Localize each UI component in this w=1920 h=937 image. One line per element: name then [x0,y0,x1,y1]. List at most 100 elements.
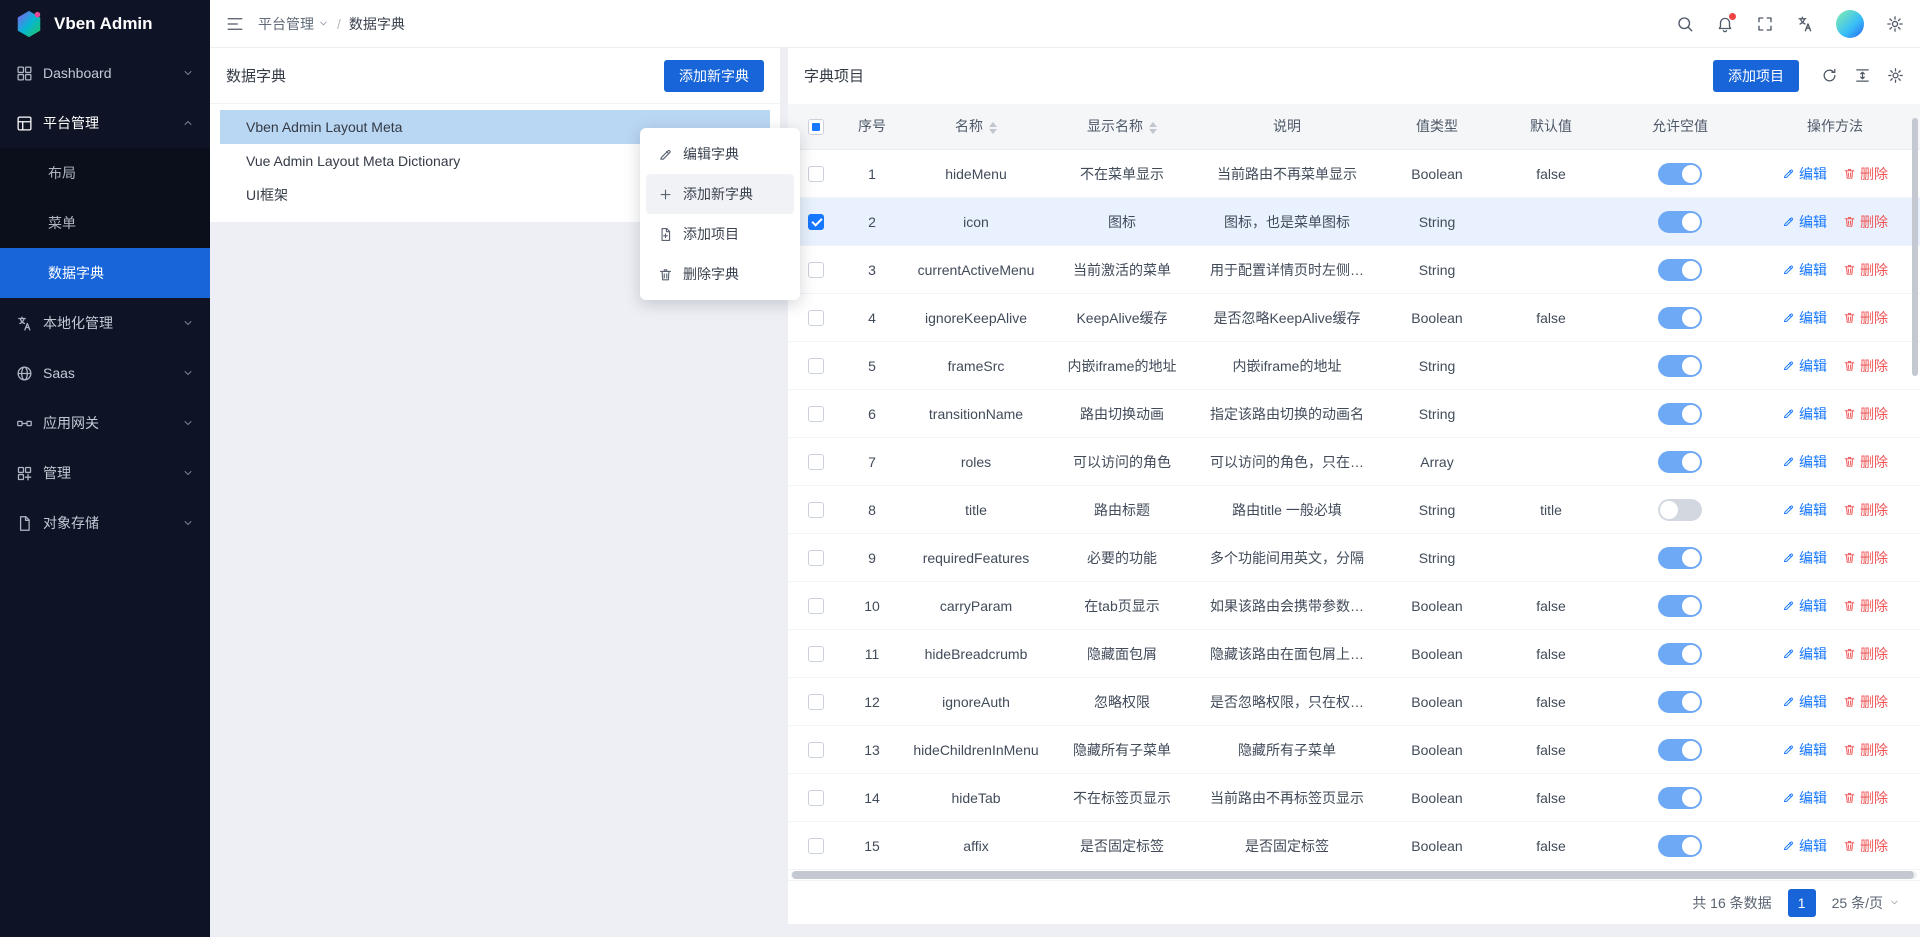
settings-gear-icon[interactable] [1886,15,1904,33]
edit-button[interactable]: 编辑 [1782,260,1827,280]
row-checkbox[interactable] [808,790,824,806]
delete-button[interactable]: 删除 [1843,644,1888,664]
sidebar-subitem-platform-0[interactable]: 布局 [0,148,210,198]
row-checkbox[interactable] [808,742,824,758]
row-checkbox[interactable] [808,406,824,422]
row-checkbox[interactable] [808,598,824,614]
horizontal-scrollbar-thumb[interactable] [792,871,1914,879]
edit-button[interactable]: 编辑 [1782,452,1827,472]
allow-empty-toggle[interactable] [1658,259,1702,281]
delete-button[interactable]: 删除 [1843,596,1888,616]
horizontal-scrollbar[interactable] [791,871,1917,879]
edit-button[interactable]: 编辑 [1782,356,1827,376]
row-checkbox[interactable] [808,550,824,566]
select-all-checkbox[interactable] [808,119,824,135]
sidebar-item-storage[interactable]: 对象存储 [0,498,210,548]
allow-empty-toggle[interactable] [1658,211,1702,233]
allow-empty-toggle[interactable] [1658,739,1702,761]
edit-button[interactable]: 编辑 [1782,836,1827,856]
row-checkbox[interactable] [808,502,824,518]
row-checkbox[interactable] [808,262,824,278]
pagination-page-1[interactable]: 1 [1788,889,1816,917]
context-menu-item-2[interactable]: 添加项目 [646,214,794,254]
row-checkbox[interactable] [808,454,824,470]
sidebar-item-gateway[interactable]: 应用网关 [0,398,210,448]
row-checkbox[interactable] [808,310,824,326]
edit-button[interactable]: 编辑 [1782,596,1827,616]
add-item-button[interactable]: 添加项目 [1713,60,1799,92]
delete-button[interactable]: 删除 [1843,548,1888,568]
edit-button[interactable]: 编辑 [1782,644,1827,664]
sidebar-item-platform[interactable]: 平台管理 [0,98,210,148]
delete-button[interactable]: 删除 [1843,692,1888,712]
refresh-icon[interactable] [1821,67,1838,84]
context-menu-item-3[interactable]: 删除字典 [646,254,794,294]
edit-button[interactable]: 编辑 [1782,500,1827,520]
delete-button[interactable]: 删除 [1843,212,1888,232]
row-checkbox[interactable] [808,358,824,374]
context-menu-item-1[interactable]: 添加新字典 [646,174,794,214]
sidebar-collapse-icon[interactable] [226,15,244,33]
delete-button[interactable]: 删除 [1843,308,1888,328]
edit-button[interactable]: 编辑 [1782,692,1827,712]
row-checkbox[interactable] [808,646,824,662]
edit-button[interactable]: 编辑 [1782,788,1827,808]
page-size-select[interactable]: 25 条/页 [1832,893,1900,913]
edit-button[interactable]: 编辑 [1782,308,1827,328]
context-menu-item-0[interactable]: 编辑字典 [646,134,794,174]
delete-button[interactable]: 删除 [1843,500,1888,520]
sidebar-subitem-platform-2[interactable]: 数据字典 [0,248,210,298]
edit-button[interactable]: 编辑 [1782,164,1827,184]
table-settings-icon[interactable] [1887,67,1904,84]
edit-button[interactable]: 编辑 [1782,548,1827,568]
sidebar-item-manage[interactable]: 管理 [0,448,210,498]
cell-index: 2 [844,198,900,246]
delete-button[interactable]: 删除 [1843,260,1888,280]
notifications-button[interactable] [1716,15,1734,33]
fullscreen-icon[interactable] [1756,15,1774,33]
edit-button[interactable]: 编辑 [1782,212,1827,232]
row-height-icon[interactable] [1854,67,1871,84]
allow-empty-toggle[interactable] [1658,163,1702,185]
delete-button[interactable]: 删除 [1843,356,1888,376]
sidebar-item-dashboard[interactable]: Dashboard [0,48,210,98]
row-checkbox[interactable] [808,694,824,710]
edit-button[interactable]: 编辑 [1782,404,1827,424]
cell-value-type: Boolean [1382,582,1492,630]
allow-empty-toggle[interactable] [1658,403,1702,425]
row-checkbox[interactable] [808,214,824,230]
allow-empty-toggle[interactable] [1658,499,1702,521]
cell-value-type: String [1382,534,1492,582]
translate-icon[interactable] [1796,15,1814,33]
delete-button[interactable]: 删除 [1843,164,1888,184]
column-header-7: 操作方法 [1750,104,1920,150]
allow-empty-toggle[interactable] [1658,355,1702,377]
delete-button[interactable]: 删除 [1843,404,1888,424]
breadcrumb-item-platform[interactable]: 平台管理 [258,14,329,34]
avatar[interactable] [1836,10,1864,38]
row-checkbox[interactable] [808,838,824,854]
allow-empty-toggle[interactable] [1658,835,1702,857]
delete-button[interactable]: 删除 [1843,788,1888,808]
search-icon[interactable] [1676,15,1694,33]
row-checkbox[interactable] [808,166,824,182]
delete-button[interactable]: 删除 [1843,836,1888,856]
sidebar-subitem-platform-1[interactable]: 菜单 [0,198,210,248]
delete-button[interactable]: 删除 [1843,740,1888,760]
sidebar-item-saas[interactable]: Saas [0,348,210,398]
app-logo[interactable]: Vben Admin [0,0,210,48]
vertical-scrollbar[interactable] [1912,118,1918,376]
allow-empty-toggle[interactable] [1658,643,1702,665]
add-dictionary-button[interactable]: 添加新字典 [664,60,764,92]
allow-empty-toggle[interactable] [1658,307,1702,329]
edit-button[interactable]: 编辑 [1782,740,1827,760]
allow-empty-toggle[interactable] [1658,691,1702,713]
allow-empty-toggle[interactable] [1658,787,1702,809]
sort-icon[interactable] [989,122,997,134]
sidebar-item-locale[interactable]: 本地化管理 [0,298,210,348]
allow-empty-toggle[interactable] [1658,595,1702,617]
delete-button[interactable]: 删除 [1843,452,1888,472]
sort-icon[interactable] [1149,122,1157,134]
allow-empty-toggle[interactable] [1658,451,1702,473]
allow-empty-toggle[interactable] [1658,547,1702,569]
